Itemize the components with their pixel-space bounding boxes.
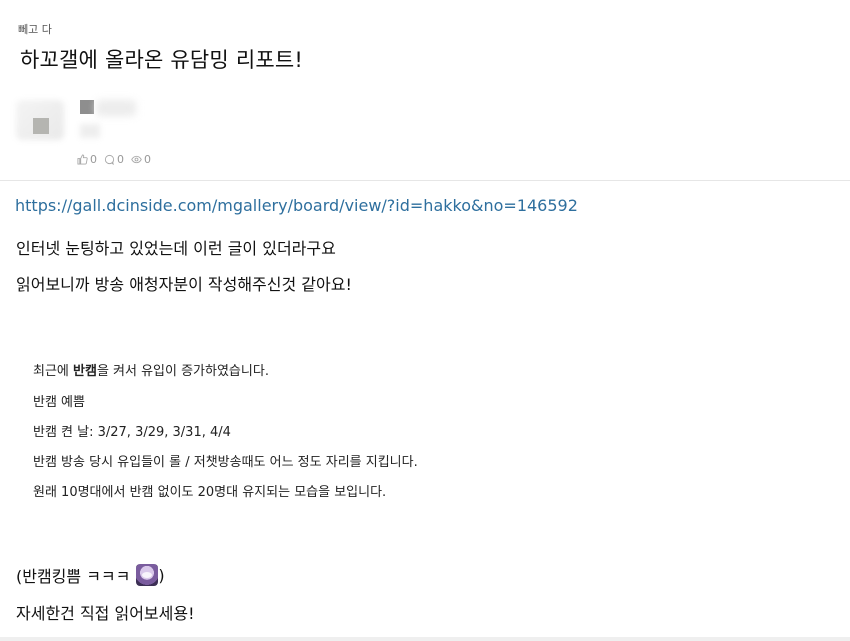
author-badge: [80, 100, 94, 114]
character-sticker-icon: [136, 564, 159, 586]
body-paragraph-1: 인터넷 눈팅하고 있었는데 이런 글이 있더라구요: [16, 239, 336, 258]
quoted-line-2: 반캠 예쁨: [33, 395, 85, 410]
comment-stat[interactable]: 0: [104, 153, 124, 166]
body-paragraph-3: (반캠킹쁨 ㅋㅋㅋ ): [16, 563, 165, 587]
quoted-line-1: 최근에 반캠을 켜서 유입이 증가하였습니다.: [33, 360, 269, 379]
quoted-line-5: 원래 10명대에서 반캠 없이도 20명대 유지되는 모습을 보입니다.: [33, 485, 387, 500]
eye-icon: [131, 155, 142, 164]
thumbs-up-icon: [77, 154, 88, 165]
like-stat[interactable]: 0: [77, 153, 97, 166]
author-name-blurred[interactable]: [96, 100, 136, 116]
post-category[interactable]: 뻬고 다: [18, 21, 52, 37]
body-paragraph-2: 읽어보니까 방송 애청자분이 작성해주신것 같아요!: [16, 275, 352, 294]
divider: [0, 637, 850, 641]
quoted-line-1-post: 을 켜서 유입이 증가하였습니다.: [96, 364, 269, 379]
source-link[interactable]: https://gall.dcinside.com/mgallery/board…: [15, 196, 578, 215]
view-count: 0: [144, 153, 151, 166]
avatar[interactable]: [33, 118, 49, 134]
body-paragraph-3-close: ): [158, 565, 165, 585]
post-meta-blurred: [80, 124, 100, 138]
post-header: 뻬고 다 하꼬갤에 올라온 유담밍 리포트! 0 0 0: [0, 0, 850, 181]
quoted-line-1-bold: 반캠: [73, 364, 97, 379]
quoted-line-3: 반캠 켠 날: 3/27, 3/29, 3/31, 4/4: [33, 425, 231, 440]
body-paragraph-3-text: (반캠킹쁨 ㅋㅋㅋ: [16, 567, 131, 586]
body-paragraph-4: 자세한건 직접 읽어보세용!: [16, 604, 195, 623]
like-count: 0: [90, 153, 97, 166]
quoted-line-1-pre: 최근에: [33, 364, 74, 379]
post-stats: 0 0 0: [77, 153, 155, 166]
comment-icon: [104, 154, 115, 165]
view-stat: 0: [131, 153, 151, 166]
quoted-line-4: 반캠 방송 당시 유입들이 롤 / 저챗방송때도 어느 정도 자리를 지킵니다.: [33, 455, 418, 470]
post-title: 하꼬갤에 올라온 유담밍 리포트!: [20, 48, 304, 72]
comment-count: 0: [117, 153, 124, 166]
